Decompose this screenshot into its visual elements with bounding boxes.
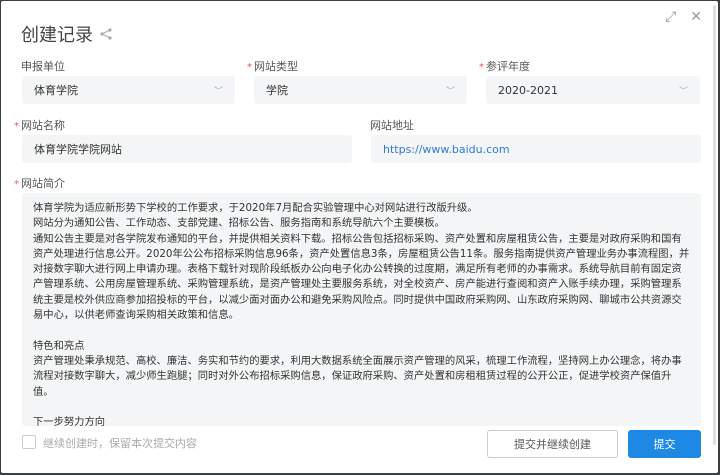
expand-icon[interactable]: ⤢ — [665, 9, 676, 25]
intro-line: 流程对接数字聊大，减少师生跑腿；同时对外公布招标采购信息，保证政府采购、资产处置… — [33, 370, 672, 383]
unit-label: 申报单位 — [21, 60, 65, 73]
keep-content-checkbox[interactable] — [22, 435, 36, 449]
site-type-select[interactable]: 学院 ﹀ — [254, 76, 467, 104]
site-url-label: 网站地址 — [370, 119, 414, 132]
submit-and-continue-button[interactable]: 提交并继续创建 — [487, 430, 618, 458]
site-url-input[interactable]: https://www.baidu.com — [371, 135, 701, 163]
unit-value: 体育学院 — [34, 84, 78, 97]
intro-label: 网站简介 — [14, 175, 65, 191]
site-type-label: 网站类型 — [247, 58, 298, 74]
intro-line — [33, 323, 690, 338]
site-type-value: 学院 — [266, 84, 288, 97]
intro-line: 资产处理进行信息公开。2020年公公布招标采购信息96条，资产处置信息3条，房屋… — [33, 247, 690, 260]
intro-line: 通知公告主要是对各学院发布通知的平台，并提供相关资料下载。招标公告包括招标采购、… — [33, 232, 682, 245]
dialog-header: 创建记录 — [21, 21, 113, 47]
intro-line: 统主要是校外供应商参加招投标的平台，以减少面对面办公和避免采购风险点。同时提供中… — [33, 293, 682, 306]
intro-line: 体育学院为适应新形势下学校的工作要求，于2020年7月配合实验管理中心对网站进行… — [33, 202, 478, 214]
unit-select[interactable]: 体育学院 ﹀ — [22, 76, 235, 104]
intro-line: 特色和亮点 — [33, 339, 85, 352]
dialog-title: 创建记录 — [21, 25, 93, 46]
chevron-down-icon: ﹀ — [445, 86, 455, 97]
scrollbar[interactable] — [713, 5, 716, 445]
share-icon[interactable] — [99, 27, 113, 41]
site-name-input[interactable]: 体育学院学院网站 — [22, 135, 352, 163]
year-label: 参评年度 — [479, 58, 530, 74]
site-name-value: 体育学院学院网站 — [34, 143, 122, 156]
create-record-dialog: 创建记录 ⤢ ✕ 申报单位 体育学院 ﹀ 网站类型 学院 ﹀ 参评年度 2020-2… — [1, 1, 718, 473]
intro-line: 下一步努力方向 — [33, 416, 106, 426]
keep-content-label[interactable]: 继续创建时，保留本次提交内容 — [43, 435, 197, 451]
intro-line: 产管理系统、公用房屋管理系统、采购管理系统，是资产管理处主要服务系统，对全校资产… — [33, 278, 682, 291]
intro-line: 网站分为通知公告、工作动态、支部党建、招标公告、服务指南和系统导航六个主要模板。 — [33, 217, 445, 230]
year-select[interactable]: 2020-2021 ﹀ — [486, 76, 700, 104]
intro-line: 对接数字聊大进行网上申请办理。表格下载针对现阶段纸板办公向电子化办公转换的过度期… — [33, 263, 682, 276]
intro-line: 资产管理处秉承规范、高校、廉洁、务实和节约的要求，利用大数据系统全面展示资产管理… — [33, 354, 682, 367]
year-value: 2020-2021 — [498, 83, 558, 97]
intro-textarea[interactable]: 体育学院为适应新形势下学校的工作要求，于2020年7月配合实验管理中心对网站进行… — [22, 193, 701, 426]
chevron-down-icon: ﹀ — [678, 86, 688, 97]
intro-line: 易中心，以供老师查询采购相关政策和信息。 — [33, 309, 239, 322]
submit-button[interactable]: 提交 — [628, 430, 701, 458]
close-icon[interactable]: ✕ — [690, 9, 702, 25]
chevron-down-icon: ﹀ — [213, 86, 223, 97]
site-name-label: 网站名称 — [14, 117, 65, 133]
intro-line — [33, 400, 690, 415]
intro-line: 值。 — [33, 385, 54, 398]
site-url-value: https://www.baidu.com — [383, 142, 510, 156]
